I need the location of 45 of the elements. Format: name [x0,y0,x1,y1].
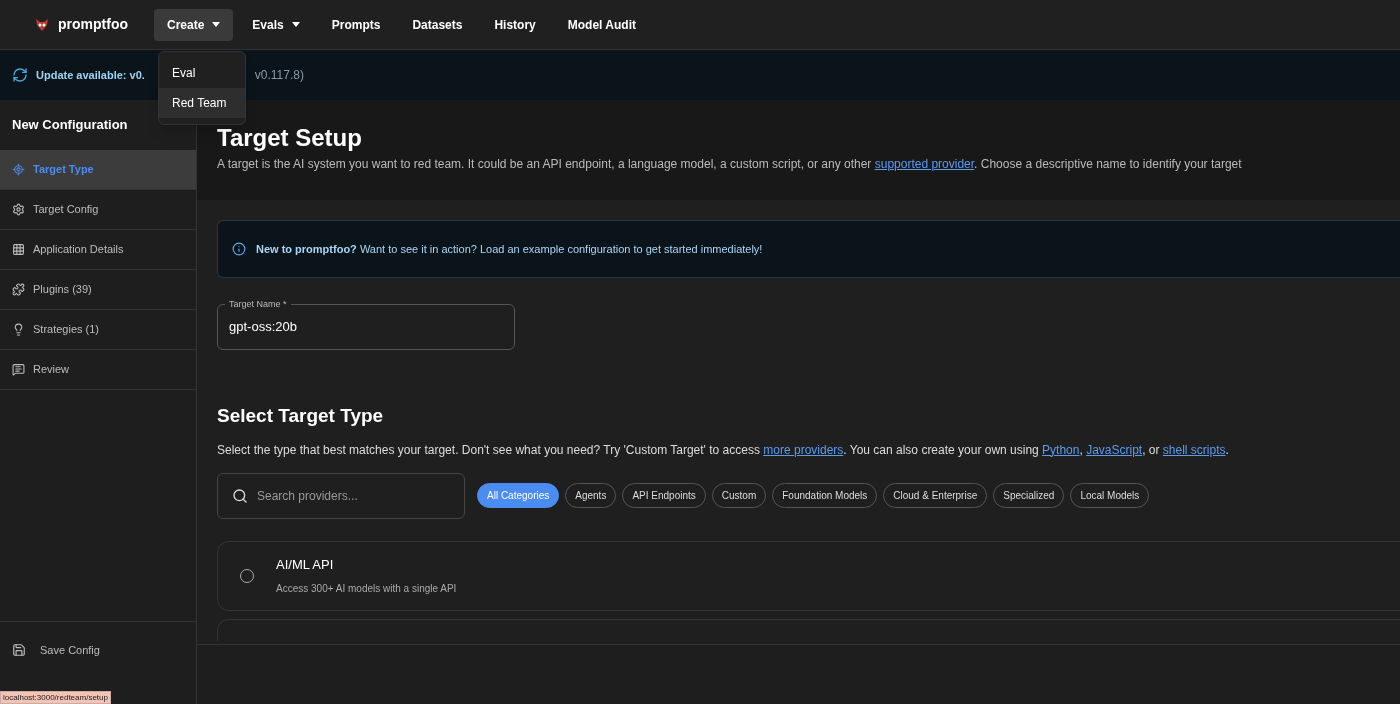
save-config-button[interactable]: Save Config [0,638,100,662]
nav-link[interactable]: Create [154,8,234,41]
provider-description: Access 300+ AI models with a single API [276,581,457,596]
caret-icon [291,22,300,27]
sidebar-item[interactable]: Target Config [0,190,196,230]
page-title: Target Setup [217,123,363,153]
step-icon [12,203,25,216]
link[interactable]: shell scripts [1162,442,1226,457]
sidebar-item[interactable]: Application Details [0,230,196,270]
search-icon [232,487,248,504]
step-icon [12,163,25,176]
brand-name: promptfoo [58,15,128,34]
step-icon [12,323,25,336]
sidebar-item[interactable]: Strategies (1) [0,310,196,350]
menu-item[interactable]: Red Team [159,88,245,118]
info-text: New to promptfoo? Want to see it in action? Load an example configuration to get started immediately! [256,241,763,257]
caret-icon [212,22,221,27]
link[interactable]: supported provider [874,157,975,171]
nav-link[interactable]: Datasets [399,8,476,41]
section-title: Select Target Type [217,404,385,428]
page-description: A target is the AI system you want to red team. It could be an API endpoint, a language model, a custom script, or any other supported provider. Choose a descriptive name to identify your target [217,156,1243,173]
step-icon [12,243,25,256]
search-input[interactable]: Search providers... [257,486,457,505]
step-icon [12,363,25,376]
info-icon [232,242,246,256]
update-text: Update available: v0. [36,67,145,83]
target-name-input[interactable]: gpt-oss:20b [229,317,499,337]
logo-icon [34,16,50,33]
save-icon [12,643,26,657]
sidebar-item[interactable]: Review [0,350,196,390]
status-url-tooltip: localhost:3000/redteam/setup [0,691,111,704]
sidebar-title: New Configuration [12,116,128,135]
refresh-icon [12,67,28,83]
nav-link[interactable]: Prompts [318,8,394,41]
nav-link[interactable]: History [481,8,549,41]
version-text: v0.117.8) [254,67,304,84]
search-field[interactable]: Search providers... [217,472,465,519]
menu-item[interactable]: Eval [159,58,245,88]
sidebar-item[interactable]: Plugins (39) [0,270,196,310]
nav-link[interactable]: Model Audit [554,8,649,41]
nav-link[interactable]: Evals [239,8,313,41]
step-icon [12,283,25,296]
provider-card[interactable]: AI/ML API Access 300+ AI models with a single API [217,540,1400,611]
provider-name: AI/ML API [276,556,335,575]
section-description: Select the type that best matches your target. Don't see what you need? Try 'Custom Target' to access more providers. You can also create your own using Python, JavaScript, or shell scripts. [217,441,1230,459]
